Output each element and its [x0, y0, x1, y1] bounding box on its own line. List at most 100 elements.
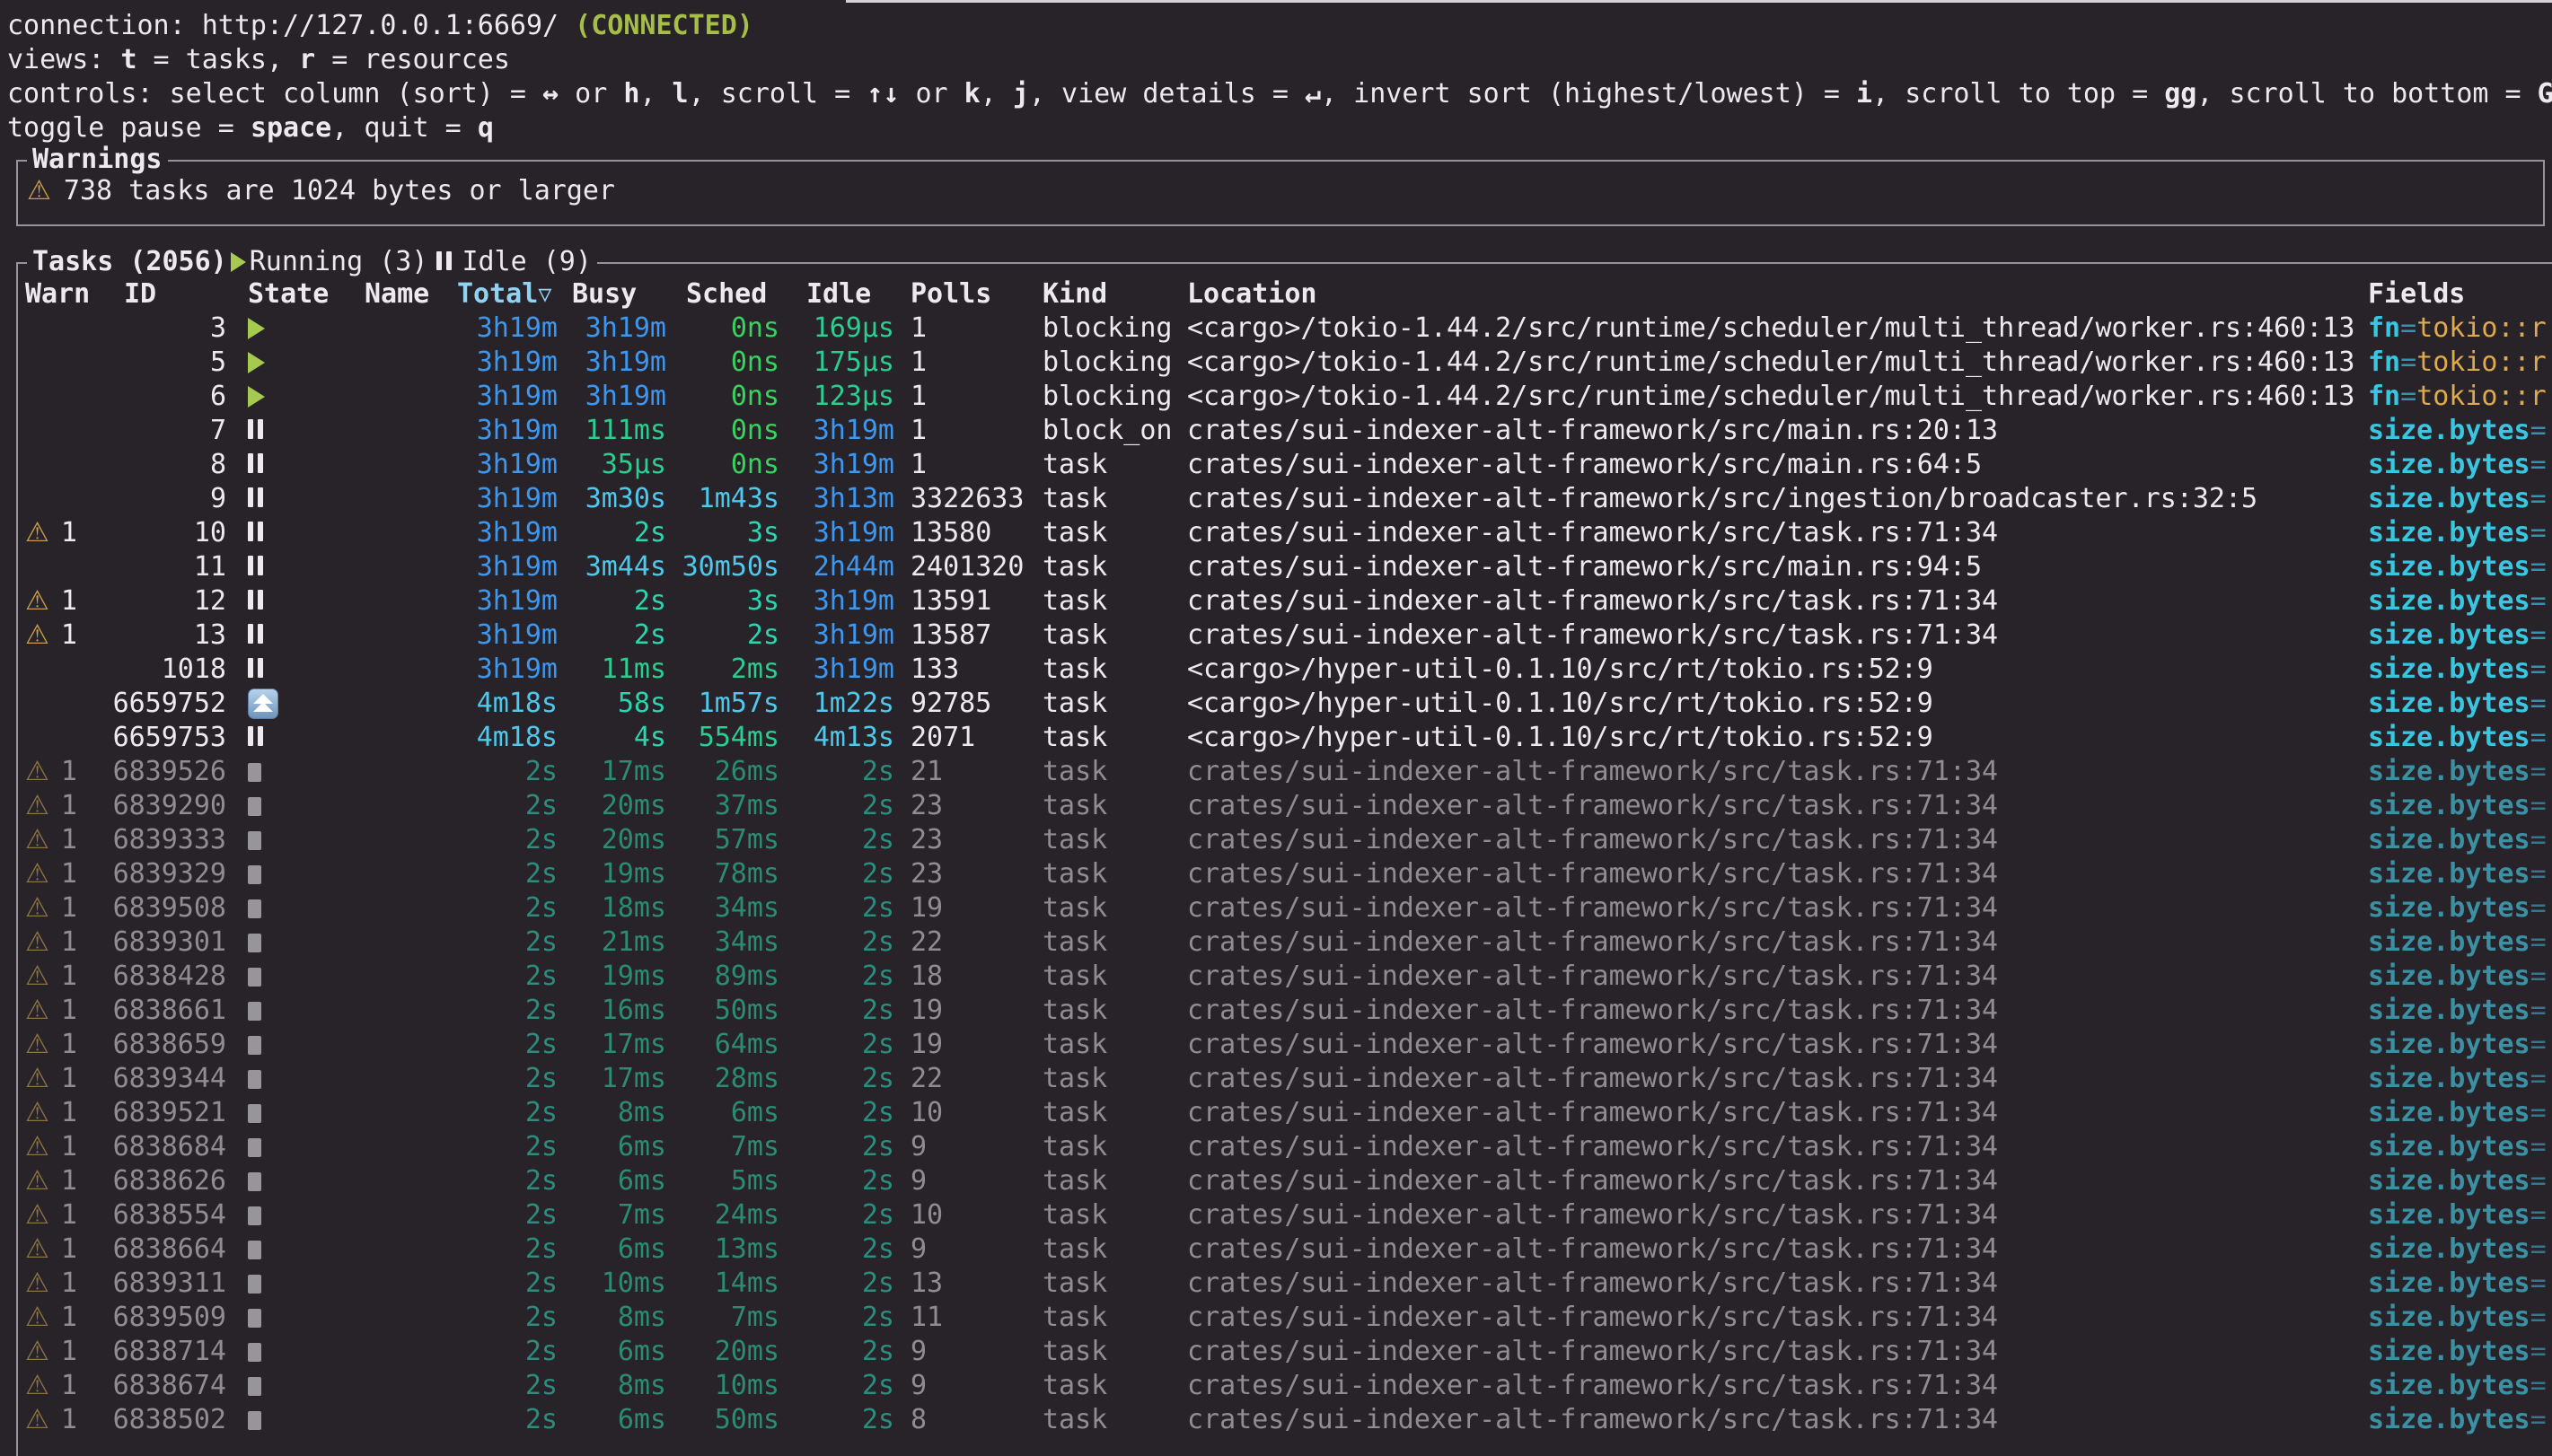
task-location: crates/sui-indexer-alt-framework/src/tas… — [1187, 925, 2368, 960]
field-equals: = — [2530, 892, 2547, 924]
task-row[interactable]: ⚠1 6838664 2s 6ms 13ms 2s 9 task crates/… — [18, 1232, 2552, 1267]
task-row[interactable]: ⚠1 6838661 2s 16ms 50ms 2s 19 task crate… — [18, 994, 2552, 1028]
header-total-sorted[interactable]: Total▿ — [457, 277, 558, 311]
task-row[interactable]: ⚠ 6659752 4m18s 58s 1m57s 1m22s 92785 ta… — [18, 687, 2552, 721]
task-row[interactable]: ⚠1 6838554 2s 7ms 24ms 2s 10 task crates… — [18, 1198, 2552, 1232]
completed-icon — [248, 797, 261, 816]
task-location: crates/sui-indexer-alt-framework/src/tas… — [1187, 789, 2368, 823]
task-location: <cargo>/hyper-util-0.1.10/src/rt/tokio.r… — [1187, 687, 2368, 721]
task-warn-cell: ⚠1 — [25, 1369, 111, 1403]
task-row[interactable]: ⚠ 6 3h19m 3h19m 0ns 123µs 1 blocking <ca… — [18, 380, 2552, 414]
task-row[interactable]: ⚠1 12 3h19m 2s 3s 3h19m 13591 task crate… — [18, 584, 2552, 618]
header-location[interactable]: Location — [1187, 277, 2368, 311]
task-row[interactable]: ⚠1 6839509 2s 8ms 7ms 2s 11 task crates/… — [18, 1301, 2552, 1335]
task-sched: 50ms — [666, 1403, 779, 1437]
task-state-cell — [244, 1130, 365, 1164]
header-busy[interactable]: Busy — [558, 277, 666, 311]
task-row[interactable]: ⚠1 6839526 2s 17ms 26ms 2s 21 task crate… — [18, 755, 2552, 789]
task-idle: 2s — [779, 1062, 894, 1096]
task-row[interactable]: ⚠1 6839521 2s 8ms 6ms 2s 10 task crates/… — [18, 1096, 2552, 1130]
task-warn-cell: ⚠1 — [25, 618, 111, 653]
task-row[interactable]: ⚠ 1018 3h19m 11ms 2ms 3h19m 133 task <ca… — [18, 653, 2552, 687]
field-key: size.bytes — [2368, 995, 2530, 1026]
header-fields[interactable]: Fields — [2368, 277, 2552, 311]
task-kind: task — [1026, 584, 1187, 618]
field-key: size.bytes — [2368, 824, 2530, 855]
task-row[interactable]: ⚠1 6839344 2s 17ms 28ms 2s 22 task crate… — [18, 1062, 2552, 1096]
task-sched: 78ms — [666, 857, 779, 891]
task-row[interactable]: ⚠1 6839311 2s 10ms 14ms 2s 13 task crate… — [18, 1267, 2552, 1301]
header-warn[interactable]: Warn — [25, 277, 111, 311]
task-busy: 58s — [558, 687, 666, 721]
task-row[interactable]: ⚠ 7 3h19m 111ms 0ns 3h19m 1 block_on cra… — [18, 414, 2552, 448]
warn-count: 1 — [61, 789, 77, 823]
header-polls[interactable]: Polls — [894, 277, 1026, 311]
field-equals: = — [2530, 926, 2547, 958]
task-id: 8 — [111, 448, 244, 482]
field-key: size.bytes — [2368, 1097, 2530, 1128]
task-row[interactable]: ⚠ 5 3h19m 3h19m 0ns 175µs 1 blocking <ca… — [18, 346, 2552, 380]
task-sched: 2s — [666, 618, 779, 653]
task-row[interactable]: ⚠1 6839290 2s 20ms 37ms 2s 23 task crate… — [18, 789, 2552, 823]
header-state[interactable]: State — [244, 277, 365, 311]
task-kind: task — [1026, 1369, 1187, 1403]
warn-count: 1 — [61, 618, 77, 653]
completed-icon — [248, 968, 261, 987]
task-row[interactable]: ⚠ 6659753 4m18s 4s 554ms 4m13s 2071 task… — [18, 721, 2552, 755]
task-id: 6838674 — [111, 1369, 244, 1403]
task-state-cell — [244, 653, 365, 687]
task-idle: 2s — [779, 1028, 894, 1062]
task-state-cell — [244, 823, 365, 857]
completed-icon — [248, 1411, 261, 1430]
running-icon — [248, 352, 265, 373]
field-equals: = — [2530, 1063, 2547, 1094]
task-row[interactable]: ⚠1 6838659 2s 17ms 64ms 2s 19 task crate… — [18, 1028, 2552, 1062]
hotkey-label: l — [673, 78, 689, 110]
task-kind: task — [1026, 687, 1187, 721]
task-row[interactable]: ⚠1 6838502 2s 6ms 50ms 2s 8 task crates/… — [18, 1403, 2552, 1437]
field-key: size.bytes — [2368, 756, 2530, 787]
header-name[interactable]: Name — [365, 277, 457, 311]
task-polls: 13580 — [894, 516, 1026, 550]
task-row[interactable]: ⚠ 9 3h19m 3m30s 1m43s 3h13m 3322633 task… — [18, 482, 2552, 516]
warn-count: 1 — [61, 1301, 77, 1335]
task-row[interactable]: ⚠1 6839508 2s 18ms 34ms 2s 19 task crate… — [18, 891, 2552, 925]
task-row[interactable]: ⚠1 6838428 2s 19ms 89ms 2s 18 task crate… — [18, 960, 2552, 994]
task-row[interactable]: ⚠1 6838714 2s 6ms 20ms 2s 9 task crates/… — [18, 1335, 2552, 1369]
task-row[interactable]: ⚠1 6839301 2s 21ms 34ms 2s 22 task crate… — [18, 925, 2552, 960]
task-row[interactable]: ⚠1 6838626 2s 6ms 5ms 2s 9 task crates/s… — [18, 1164, 2552, 1198]
warning-icon: ⚠ — [25, 1301, 49, 1335]
task-sched: 3s — [666, 516, 779, 550]
task-sched: 34ms — [666, 925, 779, 960]
task-id: 6838661 — [111, 994, 244, 1028]
task-row[interactable]: ⚠1 10 3h19m 2s 3s 3h19m 13580 task crate… — [18, 516, 2552, 550]
task-location: crates/sui-indexer-alt-framework/src/tas… — [1187, 857, 2368, 891]
task-kind: task — [1026, 925, 1187, 960]
task-kind: blocking — [1026, 380, 1187, 414]
task-row[interactable]: ⚠1 6839333 2s 20ms 57ms 2s 23 task crate… — [18, 823, 2552, 857]
warning-icon: ⚠ — [25, 584, 49, 618]
header-idle[interactable]: Idle — [779, 277, 894, 311]
task-row[interactable]: ⚠ 11 3h19m 3m44s 30m50s 2h44m 2401320 ta… — [18, 550, 2552, 584]
task-total: 3h19m — [457, 618, 558, 653]
task-name — [365, 346, 457, 380]
header-id[interactable]: ID — [111, 277, 244, 311]
field-key: size.bytes — [2368, 415, 2530, 446]
completed-icon — [248, 831, 261, 850]
task-kind: task — [1026, 516, 1187, 550]
task-fields: size.bytes= — [2368, 1335, 2552, 1369]
header-sched[interactable]: Sched — [666, 277, 779, 311]
task-name — [365, 1028, 457, 1062]
hotkey-label: ↔ — [542, 78, 559, 110]
header-kind[interactable]: Kind — [1026, 277, 1187, 311]
task-row[interactable]: ⚠1 6838674 2s 8ms 10ms 2s 9 task crates/… — [18, 1369, 2552, 1403]
task-row[interactable]: ⚠1 13 3h19m 2s 2s 3h19m 13587 task crate… — [18, 618, 2552, 653]
task-busy: 21ms — [558, 925, 666, 960]
task-state-cell — [244, 1028, 365, 1062]
task-polls: 1 — [894, 311, 1026, 346]
task-row[interactable]: ⚠1 6839329 2s 19ms 78ms 2s 23 task crate… — [18, 857, 2552, 891]
task-total: 2s — [457, 1028, 558, 1062]
task-row[interactable]: ⚠ 3 3h19m 3h19m 0ns 169µs 1 blocking <ca… — [18, 311, 2552, 346]
task-row[interactable]: ⚠ 8 3h19m 35µs 0ns 3h19m 1 task crates/s… — [18, 448, 2552, 482]
task-row[interactable]: ⚠1 6838684 2s 6ms 7ms 2s 9 task crates/s… — [18, 1130, 2552, 1164]
